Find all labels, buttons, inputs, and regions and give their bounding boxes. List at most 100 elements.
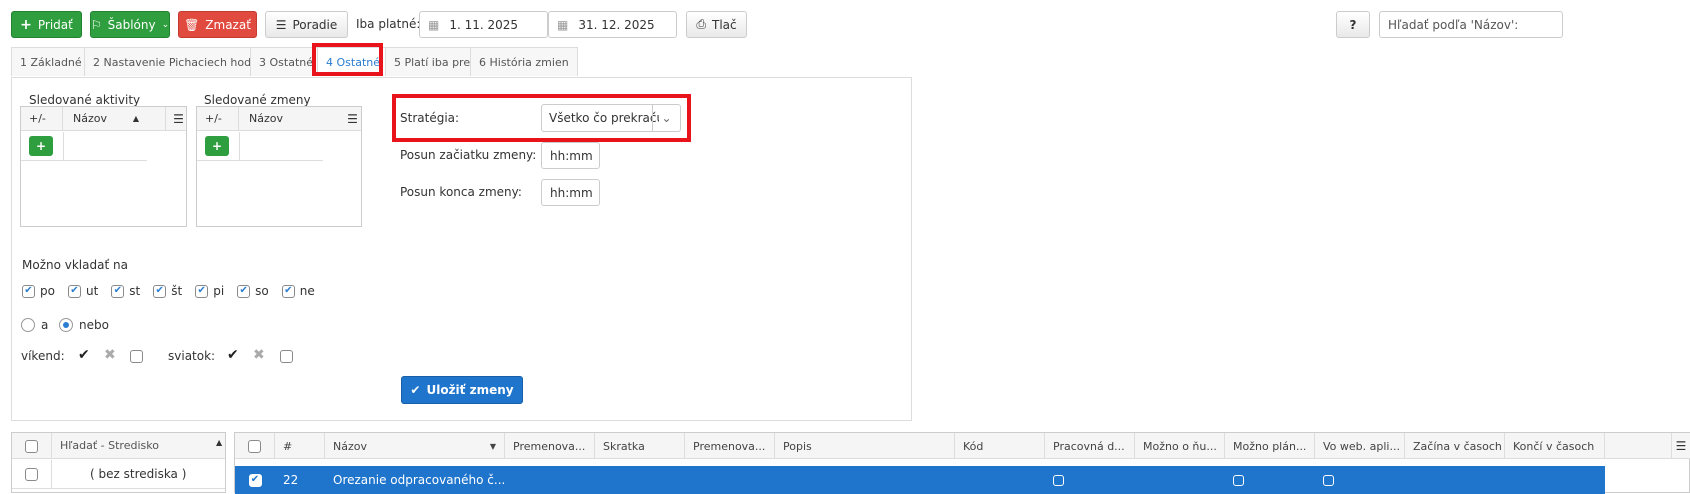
col-header-description[interactable]: Popis (775, 433, 955, 459)
templates-button[interactable]: ⚐ Šablóny ⌄ (90, 11, 170, 38)
select-all-checkbox[interactable] (25, 439, 38, 453)
add-shift-button[interactable]: + (205, 136, 229, 156)
order-button-label: Poradie (292, 17, 338, 32)
checkbox-checked[interactable]: ✔ (195, 284, 209, 298)
checkbox-checked[interactable]: ✔ (153, 284, 167, 298)
holiday-label: sviatok: (168, 349, 216, 363)
col-header-ends-at[interactable]: Končí v časoch (1505, 433, 1605, 459)
print-button-label: Tlač (711, 17, 737, 32)
col-name[interactable]: Názov ▲ (63, 107, 145, 130)
list-item[interactable]: ( bez strediska ) (90, 467, 186, 481)
menu-icon[interactable]: ☰ (344, 107, 361, 131)
day-checkbox[interactable]: ✔ po (22, 284, 55, 298)
select-all-checkbox[interactable] (248, 439, 261, 453)
order-button[interactable]: ☰ Poradie (265, 11, 348, 38)
date-from-input[interactable]: ▦ 1. 11. 2025 (419, 11, 548, 38)
day-label: ut (85, 284, 99, 298)
activities-grid: +/- Názov ▲ ☰ + (20, 106, 187, 227)
radio-or-label: nebo (79, 318, 109, 332)
col-name[interactable]: Názov (239, 107, 323, 130)
day-label: po (40, 284, 55, 298)
help-button[interactable]: ? (1336, 11, 1370, 38)
search-input[interactable]: Hľadať podľa 'Názov': (1379, 11, 1563, 38)
col-header-rename-1[interactable]: Premenova... (505, 433, 595, 459)
save-changes-button[interactable]: ✔ Uložiť zmeny (401, 376, 523, 404)
working-day-checkbox[interactable] (1053, 474, 1064, 486)
date-to-value: 31. 12. 2025 (578, 17, 655, 32)
day-label: st (129, 284, 141, 298)
tab-change-history[interactable]: 6 História zmien (470, 47, 578, 76)
day-checkbox[interactable]: ✔ st (111, 284, 140, 298)
strategy-highlight (392, 94, 691, 142)
row-id: 22 (283, 473, 299, 487)
radio-or[interactable]: nebo (59, 318, 109, 332)
tab-label: 1 Základné (20, 55, 82, 69)
delete-button[interactable]: 🗑 Zmazať (178, 11, 257, 38)
col-header-id[interactable]: # (275, 433, 325, 459)
menu-icon[interactable]: ☰ (1671, 433, 1690, 459)
checkmark-icon[interactable]: ✔ (227, 347, 239, 363)
weekend-checkbox[interactable] (130, 350, 143, 363)
main-grid-header: # Názov ▼ Premenova... Skratka Premenova… (235, 433, 1690, 459)
col-toggle: +/- (21, 107, 63, 130)
holiday-checkbox[interactable] (280, 350, 293, 363)
col-header-web-app[interactable]: Vo web. apli... (1315, 433, 1405, 459)
col-header-can-request[interactable]: Možno o ňu... (1135, 433, 1225, 459)
day-checkbox[interactable]: ✔ št (153, 284, 182, 298)
checkbox-checked[interactable]: ✔ (67, 284, 81, 298)
date-from-value: 1. 11. 2025 (449, 17, 519, 32)
start-shift-placeholder: hh:mm (550, 148, 593, 163)
tab-label: 2 Nastavenie Pichaciech hodín (93, 55, 262, 69)
radio-and[interactable]: a (21, 318, 48, 332)
checkbox-checked[interactable]: ✔ (281, 284, 295, 298)
radio-checked[interactable] (59, 318, 73, 332)
sort-asc-icon: ▲ (132, 114, 139, 123)
tab-valid-only-for[interactable]: 5 Platí iba pre (385, 47, 480, 76)
sort-desc-icon: ▼ (489, 441, 496, 451)
start-shift-input[interactable]: hh:mm (541, 142, 600, 169)
date-to-input[interactable]: ▦ 31. 12. 2025 (548, 11, 677, 38)
col-header-abbreviation[interactable]: Skratka (595, 433, 685, 459)
checkbox-checked[interactable]: ✔ (237, 284, 251, 298)
day-label: ne (299, 284, 315, 298)
add-activity-button[interactable]: + (29, 136, 53, 156)
tab-basic[interactable]: 1 Základné (11, 47, 91, 76)
checkbox-checked[interactable]: ✔ (22, 284, 35, 298)
checkmark-icon[interactable]: ✔ (78, 347, 90, 363)
col-header-starts-at[interactable]: Začína v časoch (1405, 433, 1505, 459)
col-name-label: Názov (249, 112, 283, 125)
day-checkbox[interactable]: ✔ so (237, 284, 269, 298)
radio-unchecked[interactable] (21, 318, 35, 332)
web-app-checkbox[interactable] (1323, 474, 1334, 486)
col-header-working-day[interactable]: Pracovná d... (1045, 433, 1135, 459)
calendar-icon: ▦ (557, 17, 569, 32)
search-placeholder: Hľadať podľa 'Názov': (1388, 17, 1519, 32)
day-checkbox[interactable]: ✔ pi (195, 284, 224, 298)
col-header-code[interactable]: Kód (955, 433, 1045, 459)
cross-icon[interactable]: ✖ (253, 347, 265, 363)
add-button[interactable]: + Pridať (11, 11, 82, 38)
print-button[interactable]: ⎙ Tlač (686, 11, 747, 38)
cost-center-search[interactable]: Hľadať - Stredisko (60, 439, 159, 452)
end-shift-input[interactable]: hh:mm (541, 179, 600, 206)
col-header-can-plan[interactable]: Možno plán... (1225, 433, 1315, 459)
tab-punch-clock-settings[interactable]: 2 Nastavenie Pichaciech hodín (84, 47, 271, 76)
col-toggle: +/- (197, 107, 239, 130)
plus-icon: + (20, 16, 32, 33)
col-header-rename-2[interactable]: Premenova... (685, 433, 775, 459)
menu-icon[interactable]: ☰ (170, 107, 187, 131)
col-header-name[interactable]: Názov ▼ (325, 433, 505, 459)
days-group: ✔ po ✔ ut ✔ st ✔ št ✔ pi ✔ so ✔ ne (22, 284, 328, 298)
cross-icon[interactable]: ✖ (104, 347, 116, 363)
checkbox-checked[interactable]: ✔ (111, 284, 125, 298)
shifts-title: Sledované zmeny (204, 93, 311, 107)
day-checkbox[interactable]: ✔ ne (281, 284, 315, 298)
row-checkbox-checked[interactable]: ✔ (248, 473, 262, 487)
table-row[interactable]: ✔ 22 Orezanie odpracovaného č... (235, 466, 1605, 494)
row-checkbox[interactable] (25, 467, 38, 481)
can-plan-checkbox[interactable] (1233, 474, 1244, 486)
day-label: pi (213, 284, 225, 298)
end-shift-label: Posun konca zmeny: (400, 185, 522, 199)
day-checkbox[interactable]: ✔ ut (67, 284, 99, 298)
save-changes-label: Uložiť zmeny (426, 383, 514, 397)
